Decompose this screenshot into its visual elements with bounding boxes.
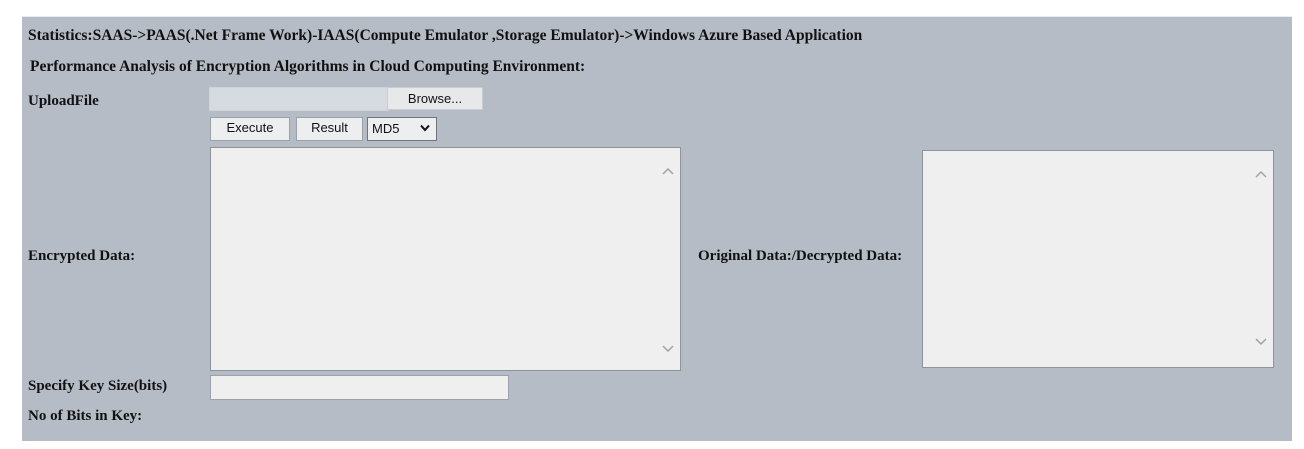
scroll-down-icon[interactable] bbox=[662, 345, 674, 352]
key-size-label: Specify Key Size(bits) bbox=[28, 378, 168, 394]
key-size-input[interactable] bbox=[210, 375, 509, 400]
page-subtitle: Performance Analysis of Encryption Algor… bbox=[30, 58, 586, 75]
main-panel: Statistics:SAAS->PAAS(.Net Frame Work)-I… bbox=[22, 16, 1292, 441]
encrypted-data-textarea[interactable] bbox=[210, 147, 681, 371]
browse-button[interactable]: Browse... bbox=[387, 87, 483, 110]
encrypted-data-label: Encrypted Data: bbox=[28, 248, 136, 264]
algorithm-select[interactable]: MD5 bbox=[367, 117, 437, 141]
scroll-up-icon[interactable] bbox=[1255, 171, 1267, 178]
chevron-down-icon bbox=[420, 124, 430, 132]
algorithm-select-value: MD5 bbox=[372, 121, 400, 136]
upload-file-path-field[interactable] bbox=[209, 87, 389, 111]
decrypted-data-textarea[interactable] bbox=[922, 150, 1274, 368]
result-button[interactable]: Result bbox=[296, 117, 363, 141]
scroll-up-icon[interactable] bbox=[662, 168, 674, 175]
scroll-down-icon[interactable] bbox=[1255, 338, 1267, 345]
decrypted-data-label: Original Data:/Decrypted Data: bbox=[698, 248, 903, 264]
bits-in-key-label: No of Bits in Key: bbox=[28, 408, 143, 424]
upload-file-label: UploadFile bbox=[28, 93, 99, 109]
page-title: Statistics:SAAS->PAAS(.Net Frame Work)-I… bbox=[28, 27, 863, 44]
execute-button[interactable]: Execute bbox=[210, 117, 290, 141]
